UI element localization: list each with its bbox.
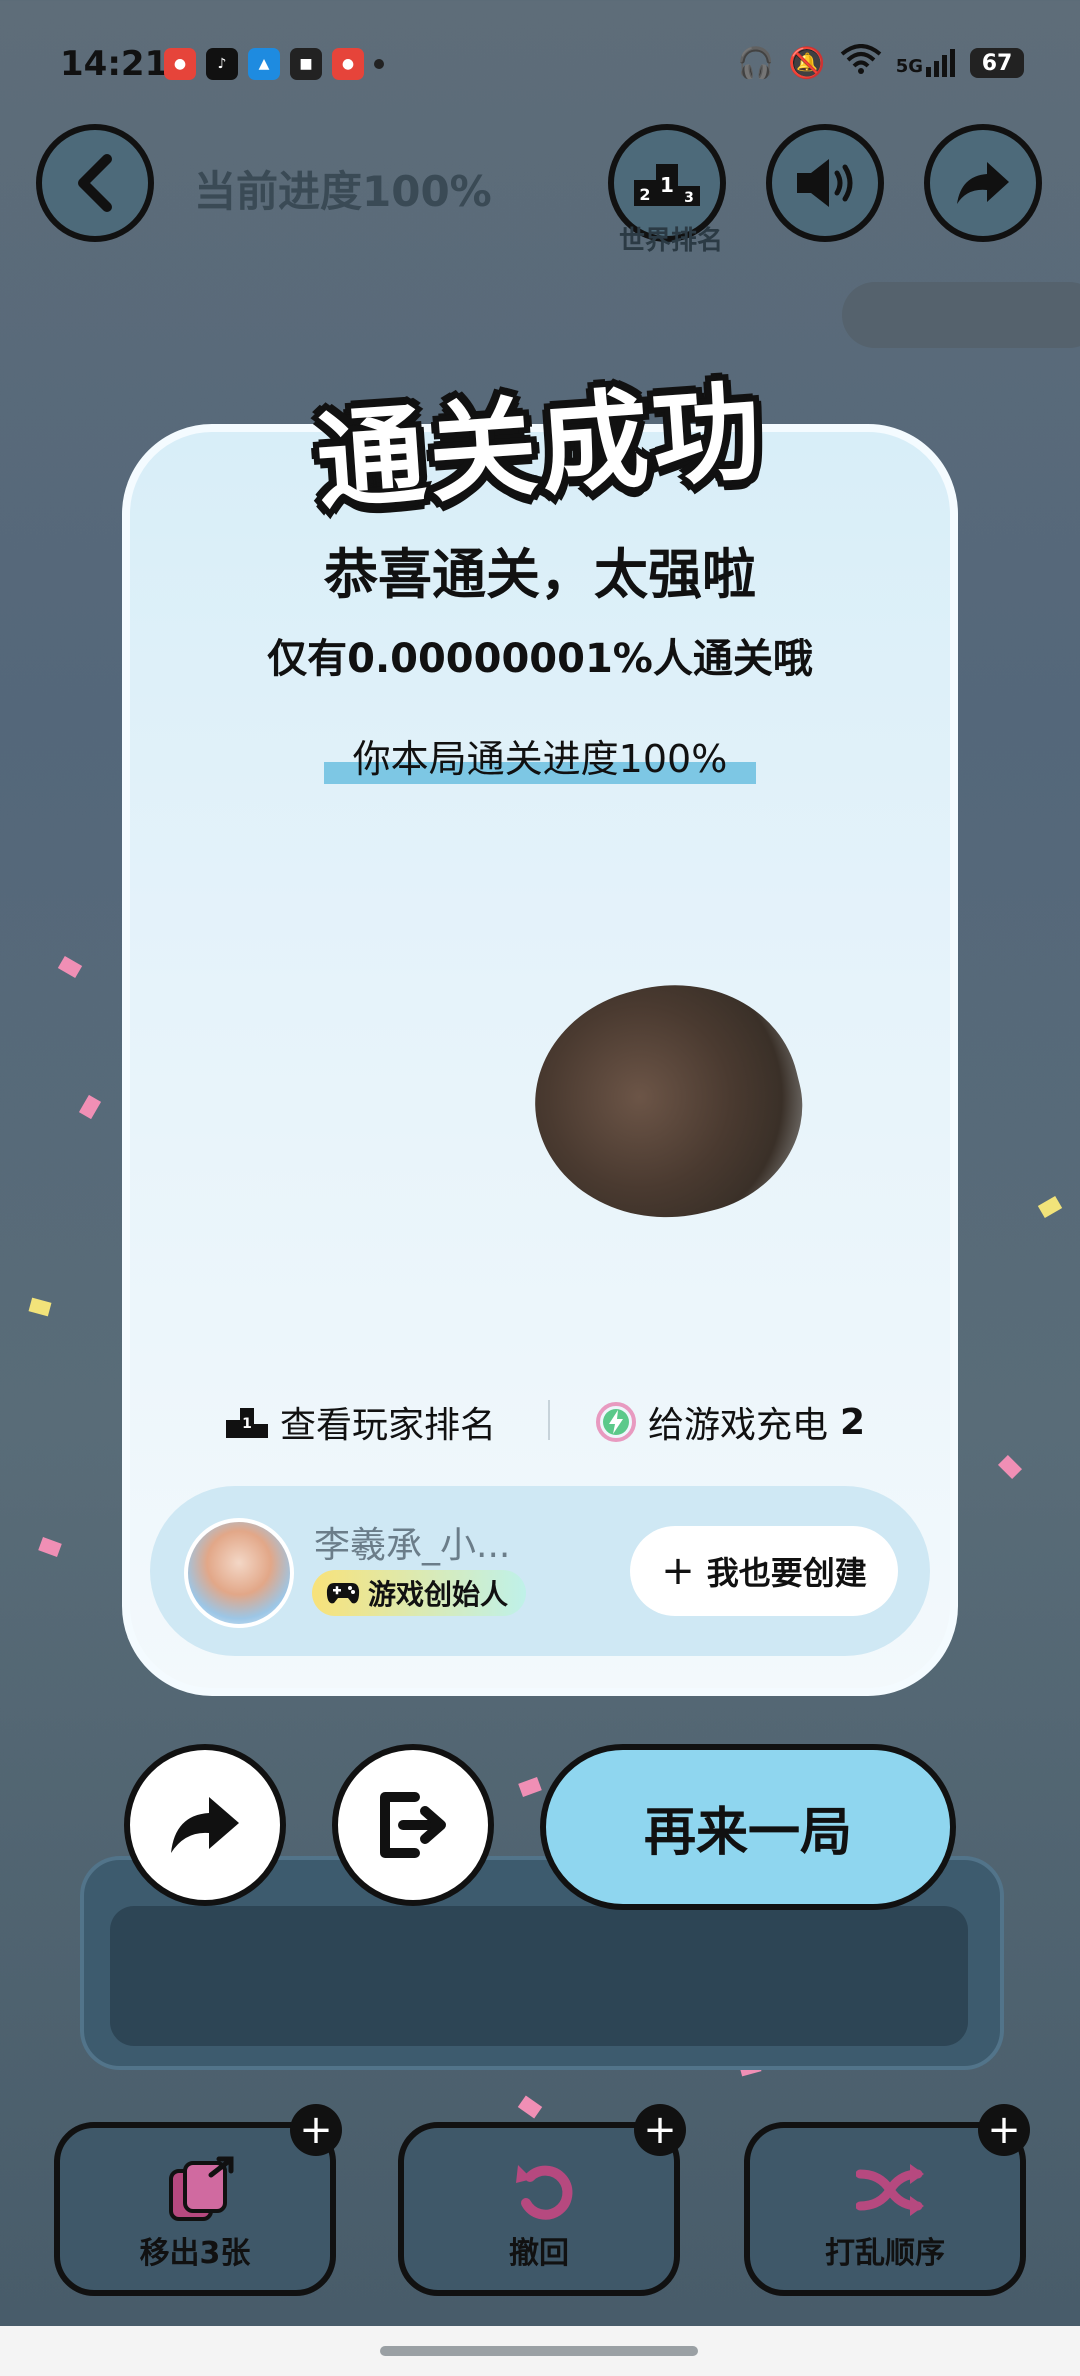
side-panel-handle[interactable] xyxy=(842,282,1080,348)
avatar[interactable] xyxy=(184,1518,294,1628)
link-divider xyxy=(548,1400,550,1440)
undo-icon xyxy=(509,2154,581,2226)
charge-count: 2 xyxy=(840,1401,866,1443)
world-rank-caption: 世界排名 xyxy=(618,226,723,256)
round-progress-text: 你本局通关进度100% xyxy=(352,737,728,781)
create-game-label: 我也要创建 xyxy=(706,1554,867,1592)
mute-icon: 🔕 xyxy=(788,45,826,81)
shuffle-label: 打乱顺序 xyxy=(825,2236,945,2271)
share-button-top[interactable] xyxy=(924,124,1042,242)
confetti-piece xyxy=(38,1537,62,1557)
create-game-button[interactable]: + 我也要创建 xyxy=(630,1526,898,1616)
current-progress-label: 当前进度100% xyxy=(194,167,492,216)
replay-button[interactable]: 再来一局 xyxy=(540,1744,956,1910)
svg-text:1: 1 xyxy=(660,173,674,197)
app-notification-icon: ■ xyxy=(290,48,322,80)
exit-button[interactable] xyxy=(332,1744,494,1906)
undo-button[interactable]: 撤回 xyxy=(398,2122,680,2296)
confetti-piece xyxy=(28,1297,52,1317)
player-rank-label: 查看玩家排名 xyxy=(280,1405,497,1446)
add-undo-icon[interactable]: + xyxy=(634,2104,686,2156)
add-remove-cards-icon[interactable]: + xyxy=(290,2104,342,2156)
confetti-piece xyxy=(57,955,83,979)
status-bar: 14:21 ● ♪ ▲ ■ ● 🎧 🔕 5G 67 xyxy=(0,0,1080,130)
svg-text:1: 1 xyxy=(242,1416,252,1432)
status-time: 14:21 xyxy=(60,44,169,84)
remove-cards-label: 移出3张 xyxy=(139,2236,251,2271)
card-out-icon xyxy=(165,2154,237,2226)
confetti-piece xyxy=(518,1777,542,1797)
creator-name: 李羲承_小... xyxy=(314,1525,511,1566)
congrats-title: 恭喜通关，太强啦 xyxy=(324,543,756,606)
back-button[interactable] xyxy=(36,124,154,242)
confetti-piece xyxy=(997,1454,1023,1480)
share-arrow-icon xyxy=(171,1797,239,1853)
battery-indicator: 67 xyxy=(970,48,1024,78)
svg-text:2: 2 xyxy=(639,185,650,204)
speaker-icon xyxy=(797,159,853,207)
podium-icon: 1 xyxy=(226,1408,268,1438)
network-type: 5G xyxy=(895,56,923,77)
weibo-icon: ● xyxy=(164,48,196,80)
status-indicators: 🎧 🔕 5G 67 xyxy=(737,44,1024,82)
podium-icon: 1 2 3 xyxy=(634,164,700,206)
weibo-icon: ● xyxy=(332,48,364,80)
player-rank-link[interactable]: 1 查看玩家排名 xyxy=(226,1396,496,1448)
wifi-icon xyxy=(840,44,882,82)
share-button[interactable] xyxy=(124,1744,286,1906)
plus-icon: + xyxy=(661,1548,695,1594)
confetti-piece xyxy=(1037,1195,1063,1219)
share-arrow-icon xyxy=(957,162,1009,204)
douyin-icon: ♪ xyxy=(206,48,238,80)
home-indicator[interactable] xyxy=(380,2346,698,2356)
creator-badge-label: 游戏创始人 xyxy=(368,1578,509,1611)
charge-game-label: 给游戏充电 xyxy=(648,1405,829,1446)
shuffle-icon xyxy=(855,2154,927,2226)
sound-button[interactable] xyxy=(766,124,884,242)
back-arrow-icon xyxy=(78,154,112,212)
lightning-charge-icon xyxy=(596,1402,636,1442)
confetti-piece xyxy=(517,2095,543,2119)
charge-game-link[interactable]: 给游戏充电 2 xyxy=(596,1396,865,1448)
remove-cards-button[interactable]: 移出3张 xyxy=(54,2122,336,2296)
svg-text:3: 3 xyxy=(684,190,694,206)
more-notifications-icon xyxy=(374,59,384,69)
exit-icon xyxy=(380,1792,446,1858)
confetti-piece xyxy=(78,1094,102,1120)
undo-label: 撤回 xyxy=(509,2236,569,2271)
shuffle-button[interactable]: 打乱顺序 xyxy=(744,2122,1026,2296)
signal-icon: 5G xyxy=(896,49,956,77)
notification-icons: ● ♪ ▲ ■ ● xyxy=(164,48,384,80)
card-slot-inner xyxy=(110,1906,968,2046)
add-shuffle-icon[interactable]: + xyxy=(978,2104,1030,2156)
creator-badge: 游戏创始人 xyxy=(312,1570,527,1616)
headphones-icon: 🎧 xyxy=(736,45,775,81)
gamepad-icon xyxy=(326,1583,360,1604)
map-app-icon: ▲ xyxy=(248,48,280,80)
success-banner: 通关成功 xyxy=(312,369,769,526)
rarity-text: 仅有0.00000001%人通关哦 xyxy=(267,636,813,682)
